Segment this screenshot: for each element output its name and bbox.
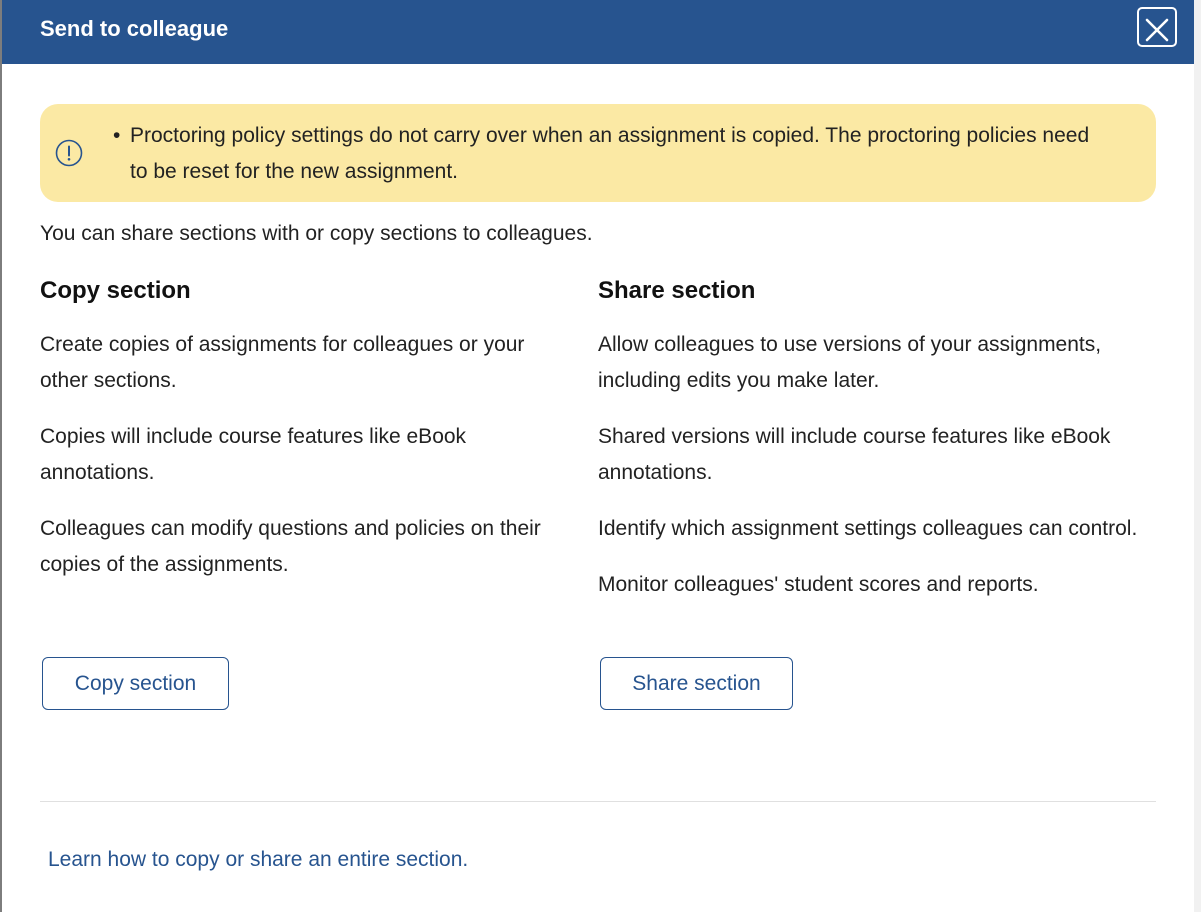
dialog-title: Send to colleague <box>40 16 229 41</box>
copy-section-paragraph: Create copies of assignments for colleag… <box>40 333 525 392</box>
copy-section-paragraph: Copies will include course features like… <box>40 425 467 484</box>
share-section-column: Share section Allow colleagues to use ve… <box>598 275 1138 623</box>
share-section-paragraph: Shared versions will include course feat… <box>598 425 1111 484</box>
copy-section-paragraph: Colleagues can modify questions and poli… <box>40 517 541 576</box>
exclamation-circle-icon <box>55 139 83 167</box>
copy-section-column: Copy section Create copies of assignment… <box>40 275 560 603</box>
send-to-colleague-dialog: Send to colleague • Proctoring policy se… <box>2 0 1194 912</box>
close-button[interactable] <box>1137 7 1177 47</box>
share-section-heading: Share section <box>598 277 756 304</box>
dialog-header: Send to colleague <box>2 0 1194 64</box>
copy-section-button[interactable]: Copy section <box>42 657 229 710</box>
page-scroll-edge <box>1194 0 1201 912</box>
share-section-paragraph: Monitor colleagues' student scores and r… <box>598 573 1039 596</box>
bullet-marker: • <box>113 124 121 147</box>
share-section-button[interactable]: Share section <box>600 657 793 710</box>
share-section-paragraph: Identify which assignment settings colle… <box>598 517 1138 540</box>
alert-message: Proctoring policy settings do not carry … <box>130 124 1090 183</box>
footer-divider <box>40 801 1156 802</box>
close-icon <box>1145 18 1169 41</box>
learn-how-link[interactable]: Learn how to copy or share an entire sec… <box>48 845 468 875</box>
copy-section-heading: Copy section <box>40 277 191 304</box>
proctoring-warning-alert: • Proctoring policy settings do not carr… <box>40 104 1156 202</box>
intro-text: You can share sections with or copy sect… <box>40 222 593 245</box>
share-section-paragraph: Allow colleagues to use versions of your… <box>598 333 1102 392</box>
